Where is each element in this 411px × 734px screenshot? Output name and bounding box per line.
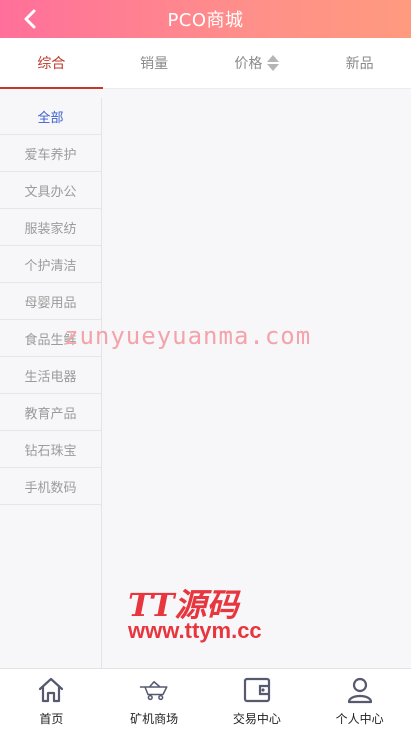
- category-item-personal-care[interactable]: 个护清洁: [0, 246, 101, 283]
- sort-tab-label: 综合: [37, 56, 66, 72]
- tab-trading-center[interactable]: 交易中心: [206, 669, 309, 734]
- tab-label: 个人中心: [335, 712, 384, 726]
- tab-label: 交易中心: [232, 712, 281, 726]
- category-item-baby[interactable]: 母婴用品: [0, 283, 101, 320]
- category-item-digital[interactable]: 手机数码: [0, 468, 101, 505]
- back-button[interactable]: [18, 7, 42, 31]
- watermark-site: zunyueyuanma.com: [64, 322, 312, 350]
- category-item-jewelry[interactable]: 钻石珠宝: [0, 431, 101, 468]
- sort-tab-new[interactable]: 新品: [308, 38, 411, 88]
- tab-home[interactable]: 首页: [0, 669, 103, 734]
- sort-arrows-icon: [267, 55, 280, 71]
- watermark-url: www.ttym.cc: [128, 618, 262, 643]
- wallet-icon: [243, 677, 270, 703]
- sort-tab-comprehensive[interactable]: 综合: [0, 38, 103, 89]
- category-item-stationery[interactable]: 文具办公: [0, 172, 101, 209]
- category-item-appliances[interactable]: 生活电器: [0, 357, 101, 394]
- sort-tab-label: 新品: [345, 56, 374, 72]
- category-item-clothing[interactable]: 服装家纺: [0, 209, 101, 246]
- category-item-education[interactable]: 教育产品: [0, 394, 101, 431]
- home-icon: [39, 677, 64, 703]
- page-title: PCO商城: [167, 10, 244, 31]
- category-sidebar: 全部 爱车养护 文具办公 服装家纺 个护清洁 母婴用品 食品生鲜 生活电器 教育…: [0, 98, 102, 668]
- sort-tab-label: 销量: [140, 56, 169, 72]
- sort-tab-price[interactable]: 价格: [206, 38, 309, 88]
- category-item-car-care[interactable]: 爱车养护: [0, 135, 101, 172]
- category-item-all[interactable]: 全部: [0, 98, 101, 135]
- back-arrow-icon: [24, 9, 36, 29]
- tab-personal-center[interactable]: 个人中心: [308, 669, 411, 734]
- tab-mining-mall[interactable]: 矿机商场: [103, 669, 206, 734]
- tab-label: 矿机商场: [130, 712, 179, 726]
- sort-bar: 综合 销量 价格 新品: [0, 38, 411, 89]
- tab-label: 首页: [39, 712, 64, 726]
- user-icon: [347, 677, 372, 704]
- sort-tab-label: 价格: [234, 56, 263, 72]
- mining-cart-icon: [139, 681, 168, 701]
- bottom-tab-bar: 首页 矿机商场 交易中心 个人中心: [0, 668, 411, 734]
- sort-tab-sales[interactable]: 销量: [103, 38, 206, 88]
- header: PCO商城: [0, 0, 411, 38]
